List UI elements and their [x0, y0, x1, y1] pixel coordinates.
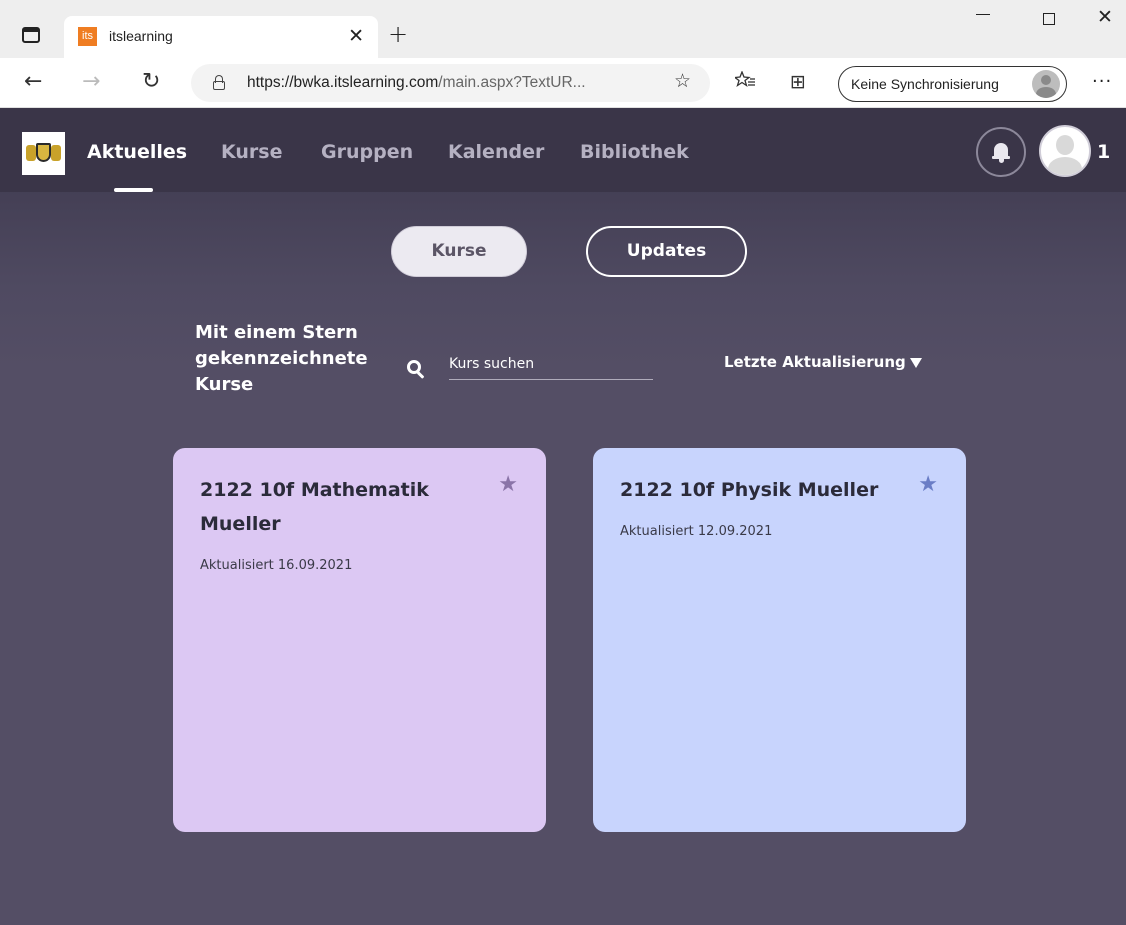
active-nav-indicator — [114, 188, 153, 192]
profile-badge-count: 1 — [1097, 141, 1111, 163]
lock-icon[interactable] — [213, 75, 225, 90]
add-favorite-icon[interactable]: ☆ — [674, 70, 691, 92]
url-host: https://bwka.itslearning.com — [247, 74, 439, 91]
nav-item-bibliothek[interactable]: Bibliothek — [580, 141, 689, 163]
course-search-input[interactable] — [449, 348, 653, 380]
maximize-icon[interactable] — [1043, 13, 1055, 25]
star-icon[interactable]: ★ — [918, 474, 938, 496]
itslearning-favicon-icon: its — [78, 27, 97, 46]
sync-label: Keine Synchronisierung — [851, 76, 999, 92]
window-close-icon[interactable]: ✕ — [1097, 6, 1113, 28]
toggle-kurse-button[interactable]: Kurse — [391, 226, 527, 277]
app-top-navigation: Aktuelles Kurse Gruppen Kalender Bibliot… — [0, 108, 1126, 192]
url-field[interactable]: https://bwka.itslearning.com/main.aspx?T… — [191, 64, 710, 102]
sort-dropdown[interactable]: Letzte Aktualisierung — [724, 353, 906, 371]
collections-icon[interactable]: ⊞ — [790, 71, 806, 93]
url-text[interactable]: https://bwka.itslearning.com/main.aspx?T… — [247, 74, 586, 92]
course-title[interactable]: 2122 10f Mathematik Mueller — [200, 473, 490, 541]
dropdown-arrow-icon[interactable] — [910, 358, 922, 368]
course-title[interactable]: 2122 10f Physik Mueller — [620, 473, 910, 507]
browser-tab[interactable]: its itslearning ✕ — [64, 16, 378, 58]
refresh-icon[interactable]: ↻ — [142, 70, 160, 94]
star-icon[interactable]: ★ — [498, 474, 518, 496]
browser-tab-bar: its itslearning ✕ + ✕ — [0, 0, 1126, 58]
nav-item-kalender[interactable]: Kalender — [448, 141, 544, 163]
nav-item-aktuelles[interactable]: Aktuelles — [87, 141, 187, 163]
profile-sync-button[interactable]: Keine Synchronisierung — [838, 66, 1067, 102]
favorites-list-icon[interactable] — [733, 70, 755, 94]
nav-item-gruppen[interactable]: Gruppen — [321, 141, 413, 163]
browser-profile-avatar-icon — [1032, 70, 1060, 98]
back-arrow-icon[interactable]: ← — [24, 70, 42, 94]
nav-item-kurse[interactable]: Kurse — [221, 141, 282, 163]
itslearning-app: Aktuelles Kurse Gruppen Kalender Bibliot… — [0, 108, 1126, 925]
tab-title: itslearning — [109, 28, 173, 44]
tab-actions-icon[interactable] — [22, 27, 40, 43]
search-icon[interactable] — [407, 360, 427, 380]
new-tab-icon[interactable]: + — [388, 20, 408, 48]
browser-address-bar: ← → ↻ https://bwka.itslearning.com/main.… — [0, 58, 1126, 108]
user-avatar[interactable] — [1039, 125, 1091, 177]
tab-close-icon[interactable]: ✕ — [348, 25, 364, 47]
more-options-icon[interactable]: ··· — [1092, 71, 1112, 92]
course-card-physik[interactable]: 2122 10f Physik Mueller Aktualisiert 12.… — [593, 448, 966, 832]
forward-arrow-icon[interactable]: → — [82, 70, 100, 94]
course-card-mathematik[interactable]: 2122 10f Mathematik Mueller Aktualisiert… — [173, 448, 546, 832]
url-path: /main.aspx?TextUR... — [438, 74, 586, 91]
course-updated-date: Aktualisiert 16.09.2021 — [200, 558, 353, 573]
bell-icon — [992, 142, 1010, 163]
notifications-button[interactable] — [976, 127, 1026, 177]
school-logo-icon[interactable] — [22, 132, 65, 175]
starred-courses-title: Mit einem Stern gekennzeichnete Kurse — [195, 322, 368, 395]
toggle-updates-button[interactable]: Updates — [586, 226, 747, 277]
course-updated-date: Aktualisiert 12.09.2021 — [620, 524, 773, 539]
minimize-icon[interactable] — [976, 14, 990, 15]
